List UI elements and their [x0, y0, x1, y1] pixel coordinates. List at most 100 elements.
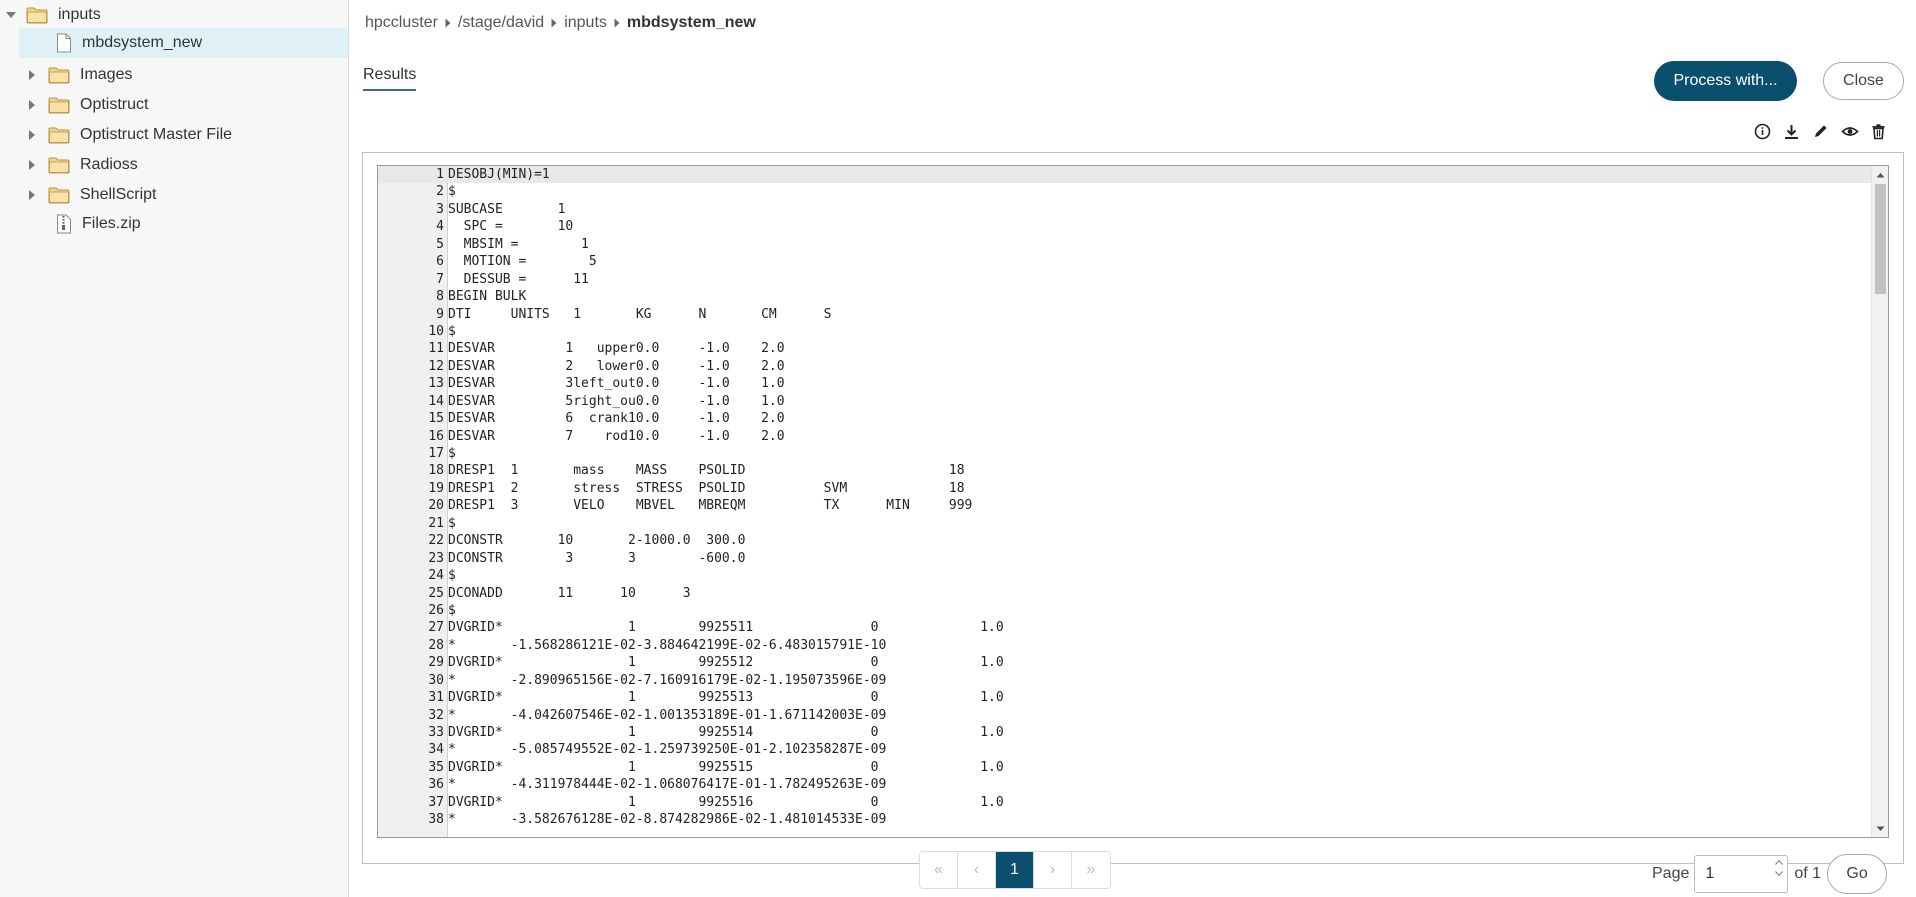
line-number: 31 — [428, 690, 444, 706]
line-number: 1 — [436, 167, 444, 182]
info-icon[interactable] — [1753, 122, 1772, 141]
go-button[interactable]: Go — [1827, 854, 1888, 894]
prev-page-button[interactable]: ‹ — [958, 852, 996, 888]
close-button[interactable]: Close — [1823, 62, 1904, 100]
stepper-up-icon[interactable] — [1775, 860, 1784, 865]
line-number: 12 — [428, 358, 444, 374]
line-number: 5 — [436, 236, 444, 252]
code-text: DESSUB = 11 — [448, 271, 589, 287]
line-number: 29 — [428, 655, 444, 671]
code-text: DCONADD 11 10 3 — [448, 585, 691, 601]
download-icon[interactable] — [1782, 122, 1801, 141]
tab-bar: Results — [363, 66, 417, 91]
sidebar-item-optistruct-master-file[interactable]: Optistruct Master File — [0, 120, 348, 150]
stepper-down-icon[interactable] — [1775, 871, 1784, 876]
code-text: $ — [448, 602, 456, 618]
page-number-stepper[interactable] — [1694, 855, 1789, 893]
code-line: 22 DCONSTR 10 2-1000.0 300.0 — [378, 532, 1872, 549]
code-text: DESVAR 3left_out0.0 -1.0 1.0 — [448, 376, 785, 392]
line-number: 9 — [436, 306, 444, 322]
code-text: DVGRID* 1 9925516 0 1.0 — [448, 794, 1004, 810]
code-line: 9 DTI UNITS 1 KG N CM S — [378, 306, 1872, 323]
line-number: 30 — [428, 672, 444, 688]
sidebar-item-label: ShellScript — [80, 186, 157, 203]
file-viewer: 1 DESOBJ(MIN)=1 2 $3 SUBCASE 14 SPC = 10 5 MB… — [362, 152, 1904, 864]
line-number: 32 — [428, 707, 444, 723]
sidebar-item-label: Files.zip — [82, 215, 141, 232]
line-number: 36 — [428, 777, 444, 793]
breadcrumb-segment[interactable]: hpccluster — [365, 14, 438, 32]
view-icon[interactable] — [1840, 122, 1859, 141]
code-text: DESVAR 6 crank10.0 -1.0 2.0 — [448, 411, 785, 427]
tab-results[interactable]: Results — [363, 66, 417, 91]
breadcrumb-segment[interactable]: /stage/david — [458, 14, 544, 32]
code-line: 18 DRESP1 1 mass MASS PSOLID 18 — [378, 462, 1872, 479]
page-1-button[interactable]: 1 — [996, 852, 1034, 888]
code-line: 4 SPC = 10 — [378, 218, 1872, 235]
code-text: DVGRID* 1 9925515 0 1.0 — [448, 759, 1004, 775]
code-text: $ — [448, 323, 456, 339]
line-number: 21 — [428, 515, 444, 531]
sidebar-item-inputs[interactable]: inputs — [0, 0, 348, 30]
last-page-button[interactable]: » — [1072, 852, 1110, 888]
code-line: 14 DESVAR 5right_ou0.0 -1.0 1.0 — [378, 393, 1872, 410]
code-line: 27 DVGRID* 1 9925511 0 1.0 — [378, 619, 1872, 636]
code-line: 10 $ — [378, 323, 1872, 340]
stepper-arrows[interactable] — [1775, 860, 1784, 876]
code-editor[interactable]: 1 DESOBJ(MIN)=1 2 $3 SUBCASE 14 SPC = 10 5 MB… — [377, 165, 1889, 838]
code-line: 28 * -1.568286121E-02-3.884642199E-02-6.4… — [378, 637, 1872, 654]
sidebar-item-radioss[interactable]: Radioss — [0, 150, 348, 180]
file-tree-sidebar: inputs mbdsystem_new Images Optistruct Optis… — [0, 0, 349, 897]
delete-icon[interactable] — [1869, 122, 1888, 141]
line-number: 6 — [436, 254, 444, 270]
code-text: DVGRID* 1 9925512 0 1.0 — [448, 655, 1004, 671]
code-line: 25 DCONADD 11 10 3 — [378, 585, 1872, 602]
code-line: 2 $ — [378, 183, 1872, 200]
line-number: 25 — [428, 585, 444, 601]
caret-right-icon[interactable] — [25, 188, 39, 202]
next-page-button[interactable]: › — [1034, 852, 1072, 888]
code-line: 32 * -4.042607546E-02-1.001353189E-01-1.6… — [378, 707, 1872, 724]
code-text: * -2.890965156E-02-7.160916179E-02-1.195… — [448, 672, 887, 688]
code-line: 11 DESVAR 1 upper0.0 -1.0 2.0 — [378, 340, 1872, 357]
edit-icon[interactable] — [1811, 122, 1830, 141]
code-text: DESOBJ(MIN)=1 — [448, 167, 550, 182]
line-number: 15 — [428, 411, 444, 427]
line-number: 28 — [428, 637, 444, 653]
line-number: 19 — [428, 480, 444, 496]
process-with-button[interactable]: Process with... — [1654, 61, 1797, 101]
first-page-button[interactable]: « — [920, 852, 958, 888]
code-line: 38 * -3.582676128E-02-8.874282986E-02-1.4… — [378, 811, 1872, 828]
caret-down-icon[interactable] — [4, 8, 18, 22]
pagination: « ‹ 1 › » — [919, 851, 1111, 889]
code-text: DESVAR 2 lower0.0 -1.0 2.0 — [448, 358, 785, 374]
code-line: 24 $ — [378, 567, 1872, 584]
sidebar-item-shellscript[interactable]: ShellScript — [0, 180, 348, 210]
code-line: 30 * -2.890965156E-02-7.160916179E-02-1.1… — [378, 672, 1872, 689]
folder-icon — [48, 66, 70, 84]
code-content: 1 DESOBJ(MIN)=1 2 $3 SUBCASE 14 SPC = 10 5 MB… — [378, 166, 1872, 829]
zip-file-icon — [56, 214, 72, 234]
sidebar-item-label: inputs — [58, 6, 101, 23]
caret-right-icon[interactable] — [25, 98, 39, 112]
caret-right-icon[interactable] — [25, 68, 39, 82]
scroll-down-arrow-icon[interactable] — [1872, 820, 1888, 837]
breadcrumb-segment[interactable]: inputs — [564, 14, 607, 32]
scrollbar-thumb[interactable] — [1875, 184, 1886, 294]
caret-right-icon[interactable] — [25, 158, 39, 172]
folder-icon — [48, 186, 70, 204]
line-number: 14 — [428, 393, 444, 409]
code-line: 6 MOTION = 5 — [378, 253, 1872, 270]
breadcrumb: hpccluster/stage/david inputs mbdsystem_ne… — [365, 14, 756, 32]
scroll-up-arrow-icon[interactable] — [1872, 166, 1888, 183]
sidebar-item-files-zip[interactable]: Files.zip — [0, 209, 348, 239]
page-number-input[interactable] — [1695, 856, 1766, 892]
sidebar-item-images[interactable]: Images — [0, 60, 348, 90]
folder-icon — [48, 126, 70, 144]
sidebar-item-optistruct[interactable]: Optistruct — [0, 90, 348, 120]
caret-right-icon[interactable] — [25, 128, 39, 142]
sidebar-item-mbdsystem-new[interactable]: mbdsystem_new — [19, 28, 348, 58]
code-line: 13 DESVAR 3left_out0.0 -1.0 1.0 — [378, 375, 1872, 392]
editor-scrollbar[interactable] — [1871, 166, 1888, 837]
code-text: $ — [448, 184, 456, 200]
